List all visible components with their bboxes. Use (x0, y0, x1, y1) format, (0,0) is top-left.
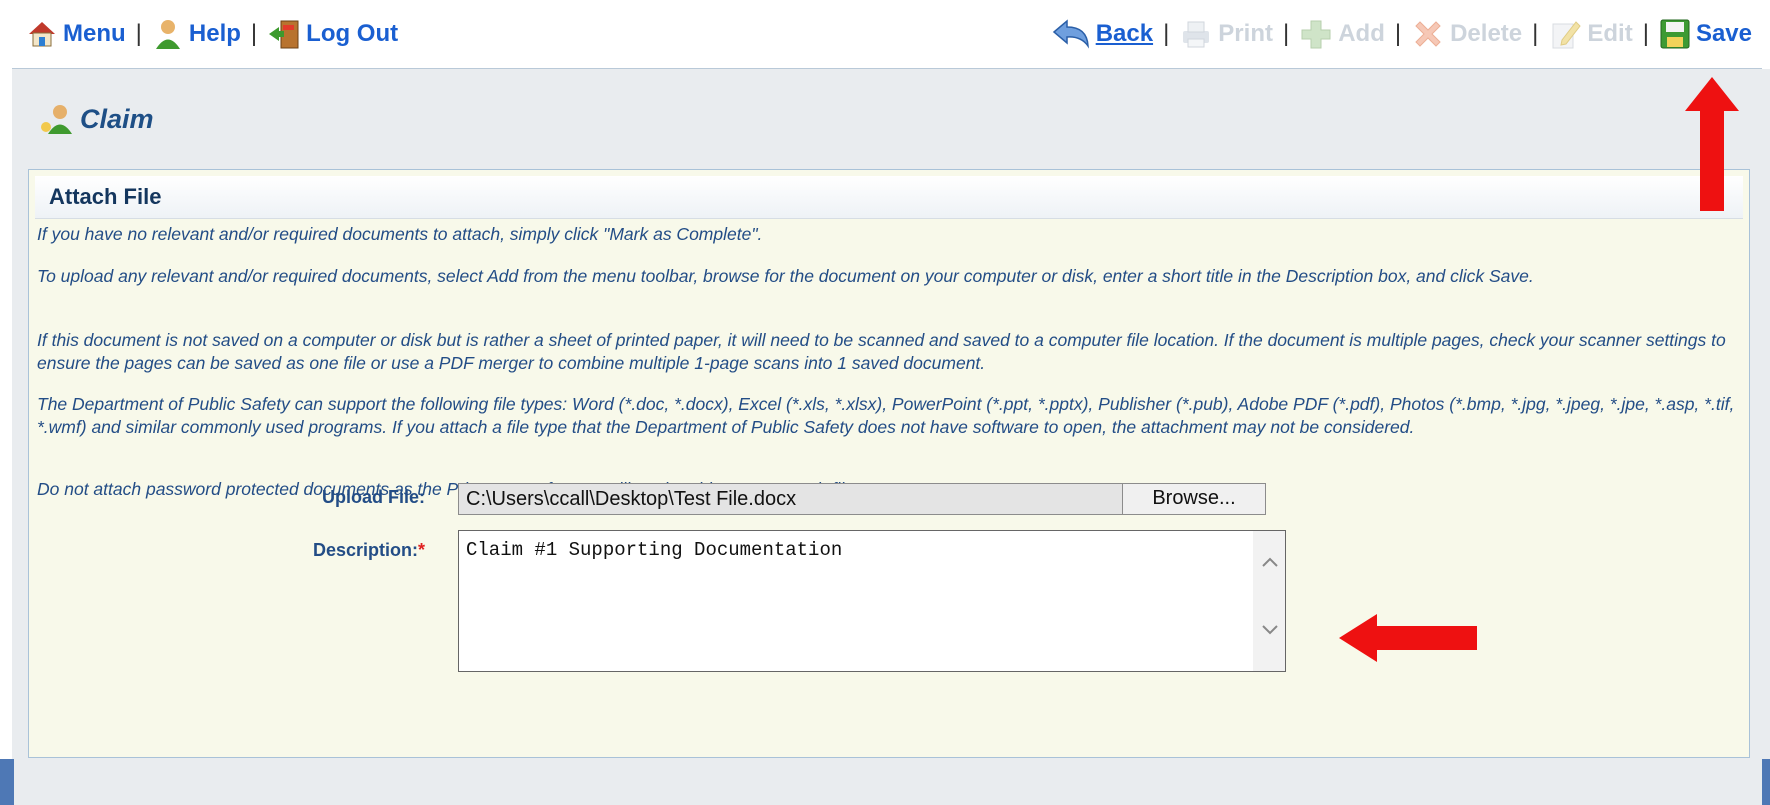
chevron-up-icon[interactable] (1261, 555, 1279, 569)
description-label: Description:* (250, 540, 425, 561)
add-link[interactable]: Add (1299, 18, 1385, 50)
separator: | (1282, 20, 1290, 47)
edit-label: Edit (1587, 20, 1633, 47)
add-icon (1301, 20, 1331, 49)
print-label: Print (1218, 20, 1273, 47)
delete-label: Delete (1450, 20, 1523, 47)
toolbar: Menu | Help | Log Out Back | Print | Add… (12, 10, 1762, 69)
delete-link[interactable]: Delete (1411, 18, 1522, 50)
menu-link[interactable]: Menu (26, 19, 126, 49)
menu-label: Menu (63, 20, 126, 47)
separator: | (135, 20, 142, 47)
browse-button[interactable]: Browse... (1122, 483, 1266, 515)
printer-icon (1183, 21, 1210, 48)
back-link[interactable]: Back (1051, 19, 1153, 49)
edit-link[interactable]: Edit (1548, 18, 1633, 50)
panel-header: Attach File (35, 176, 1743, 219)
add-label: Add (1338, 20, 1385, 47)
bottom-right-bar (1762, 759, 1770, 805)
instruction-paragraph: If you have no relevant and/or required … (37, 224, 763, 244)
page-title-text: Claim (80, 103, 154, 134)
edit-icon (1552, 21, 1582, 49)
separator: | (1642, 20, 1649, 47)
help-link[interactable]: Help (152, 18, 241, 50)
separator: | (1163, 20, 1170, 47)
back-label: Back (1095, 20, 1154, 47)
delete-icon (1415, 21, 1441, 47)
description-value: Claim #1 Supporting Documentation (466, 539, 843, 561)
separator: | (1394, 20, 1402, 47)
upload-file-input[interactable]: C:\Users\ccall\Desktop\Test File.docx (458, 483, 1123, 515)
logout-link[interactable]: Log Out (267, 18, 398, 50)
instruction-paragraph: To upload any relevant and/or required d… (37, 266, 1534, 286)
page-body: Claim Attach File If you have no relevan… (12, 69, 1770, 805)
description-textarea[interactable]: Claim #1 Supporting Documentation (458, 530, 1286, 672)
toolbar-right: Back | Print | Add | Delete | Edit | Sav… (1051, 18, 1752, 50)
save-link[interactable]: Save (1659, 18, 1752, 50)
save-label: Save (1695, 20, 1752, 47)
instruction-paragraph: If this document is not saved on a compu… (37, 330, 1726, 373)
help-label: Help (188, 20, 241, 47)
annotation-arrow-left (1339, 614, 1477, 662)
help-person-icon (155, 20, 180, 49)
textarea-scrollbar[interactable] (1253, 531, 1285, 671)
save-disk-icon (1660, 19, 1690, 49)
bottom-left-bar (0, 759, 14, 805)
back-arrow-icon (1052, 19, 1089, 49)
panel-title: Attach File (49, 184, 162, 209)
logout-label: Log Out (306, 20, 399, 47)
description-label-text: Description: (312, 540, 418, 560)
claim-icon (41, 105, 72, 134)
instruction-paragraph: The Department of Public Safety can supp… (37, 394, 1735, 437)
home-icon (29, 22, 55, 47)
annotation-arrow-up (1685, 77, 1739, 211)
toolbar-left: Menu | Help | Log Out (26, 18, 398, 50)
page-title: Claim (38, 103, 154, 135)
print-link[interactable]: Print (1179, 19, 1273, 49)
required-marker: * (417, 540, 425, 560)
separator: | (250, 20, 258, 47)
separator: | (1532, 20, 1539, 47)
upload-file-label: Upload File: (322, 487, 425, 507)
logout-door-icon (269, 20, 299, 49)
chevron-down-icon[interactable] (1261, 623, 1279, 637)
